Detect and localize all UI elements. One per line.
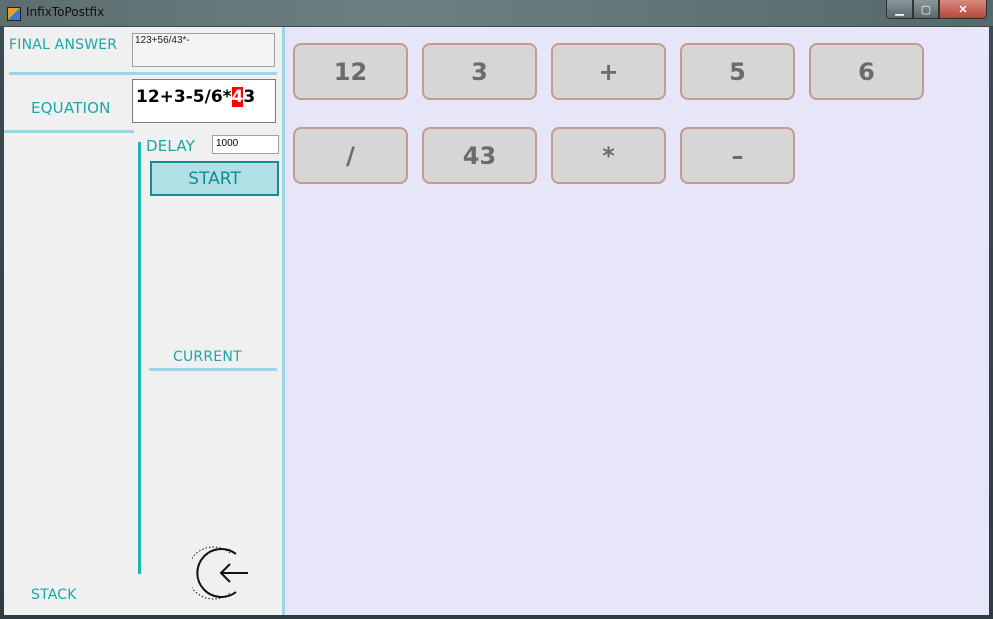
final-answer-label: FINAL ANSWER bbox=[9, 37, 118, 53]
stack-label: STACK bbox=[31, 587, 77, 603]
token-tile[interactable]: + bbox=[551, 43, 666, 100]
token-tile[interactable]: 12 bbox=[293, 43, 408, 100]
token-tile[interactable]: 6 bbox=[809, 43, 924, 100]
separator bbox=[9, 72, 277, 75]
close-button[interactable]: ✕ bbox=[939, 0, 987, 19]
token-list: 12 3 + 5 6 / 43 * – bbox=[293, 43, 983, 211]
client-area: FINAL ANSWER 123+56/43*- EQUATION 12+3-5… bbox=[4, 27, 989, 615]
window-controls: ▁ ▢ ✕ bbox=[886, 0, 987, 19]
stack-divider bbox=[138, 142, 141, 574]
delay-label: DELAY bbox=[146, 137, 195, 155]
token-row-2: / 43 * – bbox=[293, 127, 983, 184]
maximize-button[interactable]: ▢ bbox=[913, 0, 939, 19]
equation-field[interactable]: 12+3-5/6*43 bbox=[132, 79, 276, 123]
final-answer-field[interactable]: 123+56/43*- bbox=[132, 33, 275, 67]
token-tile[interactable]: 43 bbox=[422, 127, 537, 184]
token-row-1: 12 3 + 5 6 bbox=[293, 43, 983, 100]
title-bar[interactable]: InfixToPostfix ▁ ▢ ✕ bbox=[0, 0, 993, 26]
delay-input[interactable]: 1000 bbox=[212, 135, 279, 154]
token-tile[interactable]: – bbox=[680, 127, 795, 184]
token-tile[interactable]: * bbox=[551, 127, 666, 184]
equation-current-char: 4 bbox=[231, 87, 244, 107]
equation-text-before: 12+3-5/6* bbox=[136, 87, 232, 107]
equation-text-after: 3 bbox=[243, 87, 256, 107]
token-tile[interactable]: 5 bbox=[680, 43, 795, 100]
token-stage: 12 3 + 5 6 / 43 * – bbox=[285, 27, 989, 615]
back-arrow-circle-icon[interactable] bbox=[192, 544, 250, 602]
token-tile[interactable]: / bbox=[293, 127, 408, 184]
window-title: InfixToPostfix bbox=[26, 5, 105, 19]
separator bbox=[149, 368, 277, 371]
minimize-button[interactable]: ▁ bbox=[886, 0, 913, 19]
app-icon bbox=[7, 7, 21, 21]
separator bbox=[4, 130, 134, 133]
start-button[interactable]: START bbox=[150, 161, 279, 196]
current-label: CURRENT bbox=[173, 349, 242, 365]
token-tile[interactable]: 3 bbox=[422, 43, 537, 100]
app-window: InfixToPostfix ▁ ▢ ✕ FINAL ANSWER 123+56… bbox=[0, 0, 993, 619]
equation-label: EQUATION bbox=[31, 99, 111, 117]
